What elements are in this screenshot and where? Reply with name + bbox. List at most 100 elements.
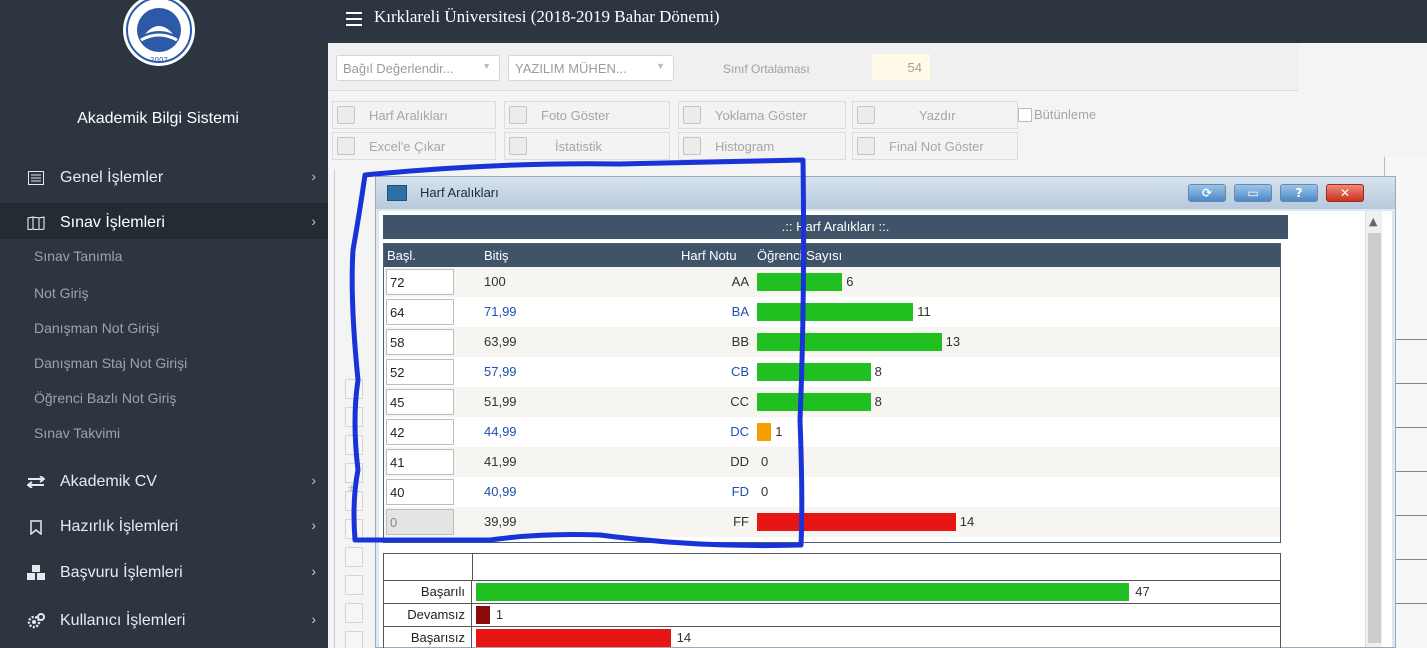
butunleme-checkbox[interactable]: Bütünleme	[1018, 107, 1096, 122]
window-icon	[387, 185, 407, 201]
yoklama-goster-button[interactable]: Yoklama Göster	[678, 101, 846, 129]
grid-header: Başl. Bitiş Harf Notu Öğrenci Sayısı	[384, 244, 1280, 267]
scrollbar-track[interactable]	[1368, 233, 1381, 643]
button-label: Final Not Göster	[889, 138, 984, 154]
start-input[interactable]: 40	[386, 479, 454, 505]
end-value: 39,99	[484, 514, 517, 529]
evaluation-type-combo[interactable]: Bağıl Değerlendir... ▼	[336, 55, 500, 81]
grade-row: 72 100 AA 6	[384, 267, 1280, 297]
submenu-danisman-not-girisi[interactable]: Danışman Not Girişi	[0, 311, 328, 345]
end-value: 71,99	[484, 304, 517, 319]
grade-row: 41 41,99 DD 0	[384, 447, 1280, 477]
menu-label: Genel İşlemler	[60, 169, 164, 186]
row-icon	[345, 631, 363, 648]
map-book-icon	[26, 213, 46, 233]
student-count: 1	[775, 424, 783, 439]
start-input[interactable]: 52	[386, 359, 454, 385]
student-count: 8	[874, 394, 882, 409]
start-input: 0	[386, 509, 454, 535]
count-bar	[757, 363, 871, 381]
grade-row: 52 57,99 CB 8	[384, 357, 1280, 387]
yazdir-button[interactable]: Yazdır	[852, 101, 1018, 129]
button-label: Yoklama Göster	[715, 107, 808, 123]
start-input[interactable]: 64	[386, 299, 454, 325]
divider	[1393, 339, 1427, 340]
student-count: 14	[959, 514, 975, 529]
grade-row: 58 63,99 BB 13	[384, 327, 1280, 357]
summary-header	[383, 553, 1281, 581]
summary-table: Başarılı 47 Devamsız 1 Başarısız 14	[383, 553, 1281, 648]
letter-grade: FD	[731, 484, 749, 499]
start-input[interactable]: 58	[386, 329, 454, 355]
refresh-window-button[interactable]: ⟳	[1188, 184, 1226, 202]
checkbox-box	[1018, 107, 1032, 122]
app-name: Akademik Bilgi Sistemi	[77, 110, 239, 127]
column-header-start: Başl.	[387, 248, 416, 263]
submenu-danisman-staj-not-girisi[interactable]: Danışman Staj Not Girişi	[0, 346, 328, 380]
button-label: İstatistik	[555, 138, 602, 154]
menu-label: Başvuru İşlemleri	[60, 564, 183, 581]
hamburger-menu-icon[interactable]	[346, 12, 362, 26]
dropdown-arrow-icon: ▼	[482, 61, 491, 71]
grade-row: 64 71,99 BA 11	[384, 297, 1280, 327]
list-icon	[26, 168, 46, 188]
printer-icon	[857, 106, 875, 124]
end-value: 40,99	[484, 484, 517, 499]
maximize-button[interactable]: ▭	[1234, 184, 1272, 202]
menu-genel-islemler[interactable]: Genel İşlemler ›	[0, 158, 328, 198]
help-button[interactable]: ?	[1280, 184, 1318, 202]
start-input[interactable]: 72	[386, 269, 454, 295]
checkbox-label: Bütünleme	[1034, 107, 1097, 122]
letter-grade: AA	[731, 274, 749, 289]
final-not-goster-button[interactable]: Final Not Göster	[852, 132, 1018, 160]
dropdown-arrow-icon: ▼	[656, 61, 665, 71]
foto-goster-button[interactable]: Foto Göster	[504, 101, 670, 129]
count-bar	[757, 333, 942, 351]
menu-sinav-islemleri[interactable]: Sınav İşlemleri ›	[0, 203, 328, 243]
count-bar	[757, 273, 843, 291]
divider	[1393, 471, 1427, 472]
header-band: .:: Harf Aralıkları ::.	[383, 215, 1288, 239]
row-icon	[345, 407, 363, 427]
histogram-button[interactable]: Histogram	[678, 132, 846, 160]
start-input[interactable]: 45	[386, 389, 454, 415]
close-button[interactable]: ✕	[1326, 184, 1364, 202]
submenu-sinav-tanimla[interactable]: Sınav Tanımla	[0, 239, 328, 273]
istatistik-button[interactable]: İstatistik	[504, 132, 670, 160]
submenu-ogrenci-bazli-not-giris[interactable]: Öğrenci Bazlı Not Giriş	[0, 381, 328, 415]
submenu-sinav-takvimi[interactable]: Sınav Takvimi	[0, 416, 328, 450]
summary-bar	[476, 629, 671, 647]
summary-count: 14	[676, 630, 692, 645]
count-bar	[757, 513, 956, 531]
summary-count: 47	[1135, 584, 1150, 599]
final-grade-icon	[857, 137, 875, 155]
menu-label: Kullanıcı İşlemleri	[60, 612, 186, 629]
start-input[interactable]: 41	[386, 449, 454, 475]
harf-araliklari-button[interactable]: Harf Aralıkları	[332, 101, 496, 129]
start-input[interactable]: 42	[386, 419, 454, 445]
menu-akademik-cv[interactable]: Akademik CV ›	[0, 462, 328, 502]
summary-label: Başarılı	[384, 581, 472, 603]
dialog-title: Harf Aralıkları	[420, 185, 499, 200]
submenu-not-giris[interactable]: Not Giriş	[0, 276, 328, 310]
chevron-right-icon: ›	[311, 517, 316, 533]
grade-row: 0 39,99 FF 14	[384, 507, 1280, 537]
student-count: 0	[761, 484, 769, 499]
attendance-icon	[683, 106, 701, 124]
menu-hazirlik-islemleri[interactable]: Hazırlık İşlemleri ›	[0, 507, 328, 547]
excel-cikar-button[interactable]: Excel'e Çıkar	[332, 132, 496, 160]
menu-basvuru-islemleri[interactable]: Başvuru İşlemleri ›	[0, 553, 328, 593]
scroll-up-icon[interactable]: ▲	[1369, 215, 1377, 228]
student-count: 8	[874, 364, 882, 379]
department-combo[interactable]: YAZILIM MÜHEN... ▼	[508, 55, 674, 81]
column-header-count: Öğrenci Sayısı	[757, 248, 843, 263]
dialog-title-bar[interactable]: Harf Aralıkları ⟳ ▭ ? ✕	[376, 177, 1395, 209]
count-bar	[757, 423, 772, 441]
dialog-scrollbar[interactable]: ▲	[1365, 211, 1382, 647]
divider	[1393, 559, 1427, 560]
menu-kullanici-islemleri[interactable]: Kullanıcı İşlemleri ›	[0, 601, 328, 641]
student-count: 0	[761, 454, 769, 469]
harf-araliklari-dialog: Harf Aralıkları ⟳ ▭ ? ✕ .:: Harf Aralıkl…	[375, 176, 1396, 648]
row-icon	[345, 435, 363, 455]
count-bar	[757, 393, 871, 411]
